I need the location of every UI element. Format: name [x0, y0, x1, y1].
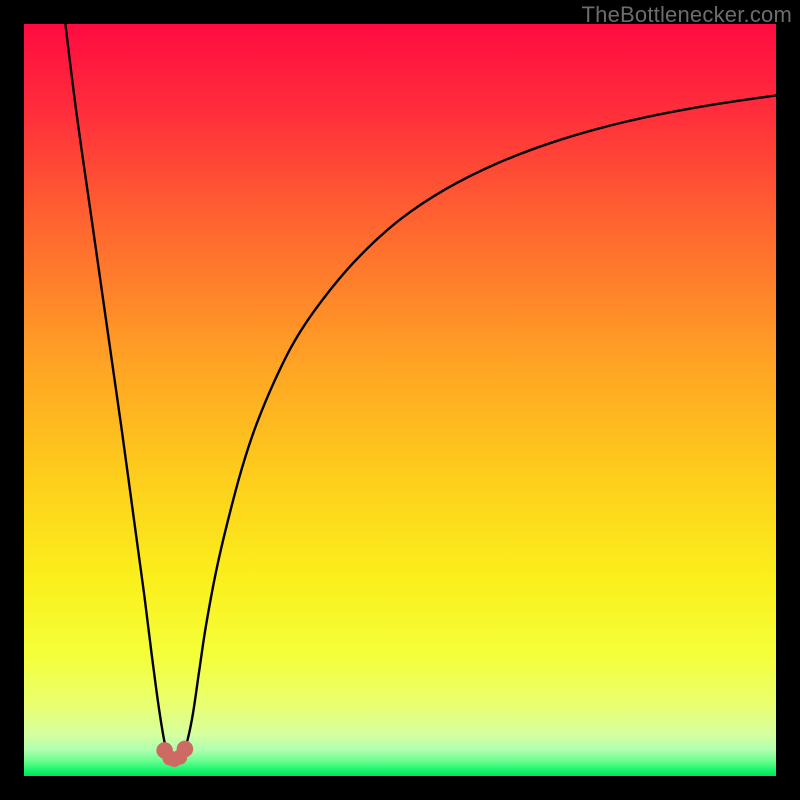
chart-background — [24, 24, 776, 776]
marker-right — [177, 741, 194, 758]
bottleneck-chart — [24, 24, 776, 776]
chart-frame — [24, 24, 776, 776]
